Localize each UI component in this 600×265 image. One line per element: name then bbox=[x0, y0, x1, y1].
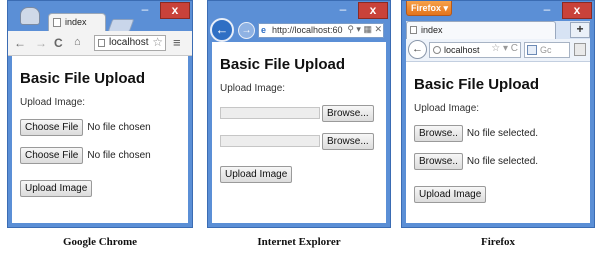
chrome-caption: Google Chrome bbox=[62, 236, 138, 248]
file-input-row: Choose File No file chosen bbox=[20, 118, 188, 136]
forward-arrow-icon[interactable]: → bbox=[35, 36, 47, 50]
page-icon bbox=[53, 18, 61, 27]
file-path-field[interactable] bbox=[220, 107, 320, 119]
firefox-caption: Firefox bbox=[480, 236, 515, 248]
search-engine-icon bbox=[527, 45, 537, 55]
chrome-page-content: Basic File Upload Upload Image: Choose F… bbox=[12, 56, 188, 223]
tab-title: index bbox=[421, 25, 443, 35]
file-input-row: Browse.. No file selected. bbox=[414, 124, 590, 142]
close-button[interactable]: x bbox=[562, 2, 592, 19]
address-bar[interactable]: localhost ☆ bbox=[94, 35, 166, 51]
chrome-tab-bar: index bbox=[8, 1, 192, 32]
address-text: http://localhost:60 bbox=[272, 25, 343, 35]
firefox-tab-bar: index + bbox=[406, 21, 590, 39]
ie-caption: Internet Explorer bbox=[257, 236, 341, 248]
browse-button[interactable]: Browse... bbox=[322, 104, 374, 122]
file-status: No file chosen bbox=[87, 149, 151, 161]
upload-image-button[interactable]: Upload Image bbox=[20, 180, 93, 197]
home-icon[interactable]: ⌂ bbox=[74, 36, 81, 48]
address-text: localhost bbox=[444, 45, 480, 55]
address-bar[interactable]: localhost ☆ ▾ C bbox=[429, 42, 521, 58]
tab-title: index bbox=[65, 17, 87, 27]
upload-image-button[interactable]: Upload Image bbox=[414, 186, 487, 203]
choose-file-button[interactable]: Choose File bbox=[20, 146, 84, 164]
browse-button[interactable]: Browse.. bbox=[414, 124, 463, 142]
submit-row: Upload Image bbox=[20, 178, 188, 197]
star-icon[interactable]: ☆ bbox=[152, 36, 163, 49]
browse-button[interactable]: Browse.. bbox=[414, 152, 463, 170]
page-title: Basic File Upload bbox=[414, 76, 540, 93]
firefox-window: Firefox ▾ – x index + ← localhost ☆ ▾ C … bbox=[401, 0, 595, 228]
file-status: No file selected. bbox=[466, 127, 539, 139]
back-arrow-icon[interactable]: ← bbox=[14, 36, 26, 50]
upload-label: Upload Image: bbox=[220, 83, 286, 94]
file-status: No file selected. bbox=[466, 155, 539, 167]
firefox-tab[interactable]: index bbox=[406, 21, 556, 39]
file-input-row: Browse... bbox=[220, 132, 386, 150]
minimize-button[interactable]: – bbox=[336, 3, 350, 17]
address-bar[interactable]: e http://localhost:60 ⚲ ▾ ▦ ✕ bbox=[258, 23, 384, 38]
page-icon bbox=[98, 39, 105, 47]
file-path-field[interactable] bbox=[220, 135, 320, 147]
submit-row: Upload Image bbox=[414, 184, 590, 203]
file-input-row: Browse.. No file selected. bbox=[414, 152, 590, 170]
file-input-row: Choose File No file chosen bbox=[20, 146, 188, 164]
firefox-page-content: Basic File Upload Upload Image: Browse..… bbox=[406, 62, 590, 223]
ie-window: – x ← → e http://localhost:60 ⚲ ▾ ▦ ✕ Ba… bbox=[207, 0, 391, 228]
page-icon bbox=[410, 26, 417, 34]
globe-icon bbox=[433, 46, 441, 54]
back-arrow-icon[interactable]: ← bbox=[408, 40, 427, 59]
chrome-tab[interactable]: index bbox=[48, 13, 106, 31]
new-tab-button[interactable]: + bbox=[570, 22, 590, 38]
firefox-nav-bar: ← localhost ☆ ▾ C Gc bbox=[406, 39, 590, 62]
close-button[interactable]: x bbox=[358, 2, 388, 19]
upload-label: Upload Image: bbox=[414, 103, 480, 114]
choose-file-button[interactable]: Choose File bbox=[20, 118, 84, 136]
star-icon[interactable]: ☆ ▾ C bbox=[491, 43, 518, 54]
browse-button[interactable]: Browse... bbox=[322, 132, 374, 150]
page-title: Basic File Upload bbox=[220, 56, 346, 73]
chrome-window: – x index ← → C ⌂ localhost ☆ ≡ Basic Fi… bbox=[7, 0, 193, 228]
hamburger-menu-icon[interactable]: ≡ bbox=[173, 35, 181, 50]
back-arrow-icon[interactable]: ← bbox=[210, 18, 234, 42]
ie-page-icon: e bbox=[261, 25, 267, 35]
firefox-menu-label: Firefox bbox=[411, 3, 442, 13]
chrome-toolbar: ← → C ⌂ localhost ☆ ≡ bbox=[8, 31, 192, 56]
firefox-menu-button[interactable]: Firefox ▾ bbox=[406, 1, 452, 16]
upload-image-button[interactable]: Upload Image bbox=[220, 166, 293, 183]
extension-icon[interactable] bbox=[574, 43, 586, 56]
search-placeholder: Gc bbox=[540, 45, 552, 55]
incognito-icon bbox=[20, 7, 40, 25]
upload-label: Upload Image: bbox=[20, 97, 86, 108]
file-input-row: Browse... bbox=[220, 104, 386, 122]
minimize-button[interactable]: – bbox=[540, 3, 554, 17]
search-box[interactable]: Gc bbox=[524, 42, 570, 58]
address-text: localhost bbox=[109, 37, 149, 48]
ie-page-content: Basic File Upload Upload Image: Browse..… bbox=[212, 42, 386, 223]
search-refresh-icons[interactable]: ⚲ ▾ ▦ ✕ bbox=[346, 24, 382, 35]
submit-row: Upload Image bbox=[220, 164, 386, 183]
file-status: No file chosen bbox=[87, 121, 151, 133]
reload-icon[interactable]: C bbox=[54, 36, 63, 50]
page-title: Basic File Upload bbox=[20, 70, 146, 87]
forward-arrow-icon[interactable]: → bbox=[238, 22, 255, 39]
ie-toolbar: ← → e http://localhost:60 ⚲ ▾ ▦ ✕ bbox=[208, 18, 390, 42]
